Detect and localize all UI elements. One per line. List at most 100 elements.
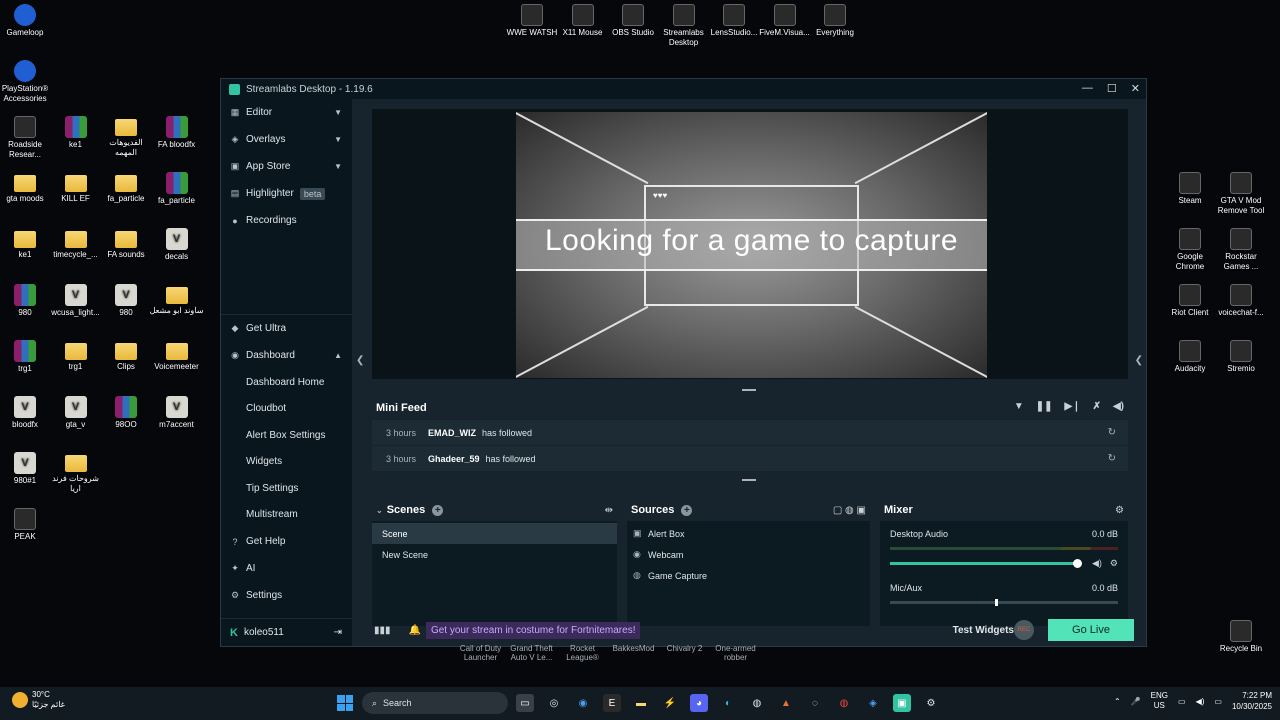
sidebar-subitem-tip-settings[interactable]: Tip Settings [221, 475, 352, 502]
settings-icon[interactable]: ⚙ [922, 694, 940, 712]
gear-icon[interactable]: ⚙ [1110, 558, 1118, 569]
sidebar-item-get-help[interactable]: ? Get Help [221, 528, 352, 555]
desktop-icon[interactable]: Rockstar Games ... [1213, 228, 1269, 272]
sidebar-item-get-ultra[interactable]: ◆ Get Ultra [221, 315, 352, 342]
sidebar-subitem-cloudbot[interactable]: Cloudbot [221, 396, 352, 423]
desktop-icon[interactable]: trg1 [48, 340, 104, 372]
desktop-icon[interactable]: 980 [0, 284, 53, 318]
chrome-icon[interactable]: ◍ [835, 694, 853, 712]
source-item[interactable]: ◍ Game Capture [627, 565, 870, 586]
chevron-down-icon[interactable]: ⌄ [376, 506, 383, 515]
desktop-icon[interactable]: Steam [1162, 172, 1218, 206]
desktop-icon[interactable]: Audacity [1162, 340, 1218, 374]
add-source-button[interactable]: + [681, 504, 693, 516]
desktop-icon[interactable]: FiveM.Visua... [757, 4, 813, 38]
obs-studio-icon[interactable]: ◌ [806, 694, 824, 712]
app-icon[interactable]: ◈ [864, 694, 882, 712]
desktop-icon[interactable]: Vgta_v [48, 396, 104, 430]
chevron-left-icon[interactable]: ❮ [356, 355, 364, 366]
stats-icon[interactable]: ▮▮▮ [374, 625, 391, 636]
notification-icon[interactable]: 🔔 [409, 625, 421, 636]
mic-meter[interactable] [890, 599, 1118, 606]
volume-slider[interactable] [890, 559, 1082, 568]
desktop-icon[interactable]: Google Chrome [1162, 228, 1218, 272]
weather-widget[interactable]: 30°C غائم جزئيًا [12, 690, 65, 710]
sidebar-item-highlighter[interactable]: ▤ Highlighter beta [221, 180, 352, 207]
sidebar-subitem-widgets[interactable]: Widgets [221, 449, 352, 476]
source-item[interactable]: ▣ Alert Box [627, 523, 870, 544]
epic-games-icon[interactable]: E [603, 694, 621, 712]
desktop-icon[interactable]: voicechat-f... [1213, 284, 1269, 318]
desktop-icon[interactable]: الفديوهات المهمه [98, 116, 154, 158]
close-button[interactable]: ✕ [1131, 82, 1140, 95]
desktop-icon[interactable]: PEAK [0, 508, 53, 542]
x11-mouse-icon[interactable]: ⚡ [661, 694, 679, 712]
desktop-icon[interactable]: Vwcusa_light... [48, 284, 104, 318]
volume-icon[interactable]: ◀) [1113, 401, 1124, 412]
user-account[interactable]: K koleo511 ⇥ [221, 618, 352, 646]
start-button[interactable] [337, 695, 353, 711]
sidebar-item-settings[interactable]: ⚙ Settings [221, 582, 352, 609]
desktop-icon[interactable]: trg1 [0, 340, 53, 374]
resize-handle[interactable] [742, 389, 756, 391]
desktop-icon[interactable]: Everything [807, 4, 863, 38]
filter-icon[interactable]: ▼ [1014, 401, 1024, 412]
desktop-icon[interactable]: fa_particle [149, 172, 205, 206]
sidebar-item-recordings[interactable]: ● Recordings [221, 207, 352, 234]
app-icon[interactable]: ◉ [574, 694, 592, 712]
desktop-icon[interactable]: Stremio [1213, 340, 1269, 374]
battery-icon[interactable]: ▭ [1214, 697, 1222, 706]
streamlabs-icon[interactable]: ▣ [893, 694, 911, 712]
replay-icon[interactable]: ↻ [1108, 453, 1116, 464]
microphone-icon[interactable]: 🎤 [1131, 697, 1141, 706]
sidebar-subitem-multistream[interactable]: Multistream [221, 502, 352, 529]
language-indicator[interactable]: ENG US [1151, 691, 1168, 711]
network-icon[interactable]: ▭ [1178, 697, 1186, 706]
sidebar-item-dashboard[interactable]: ◉ Dashboard ▲ [221, 342, 352, 369]
desktop-icon[interactable]: X11 Mouse [555, 4, 611, 38]
desktop-icon[interactable]: ساوند ابو مشعل [149, 284, 205, 316]
mute-alerts-icon[interactable]: ✗ [1093, 401, 1101, 412]
desktop-icon[interactable]: GTA V Mod Remove Tool [1213, 172, 1269, 216]
maximize-button[interactable]: ☐ [1107, 82, 1117, 95]
steam-icon[interactable]: ◎ [545, 694, 563, 712]
desktop-icon[interactable]: Gameloop [0, 4, 53, 38]
resize-handle[interactable] [742, 479, 756, 481]
desktop-icon[interactable]: Clips [98, 340, 154, 372]
desktop-icon[interactable]: ke1 [48, 116, 104, 150]
desktop-icon-label[interactable]: Chivalry 2 [659, 644, 710, 662]
promo-banner[interactable]: Get your stream in costume for Fortnitem… [425, 621, 641, 639]
desktop-icon[interactable]: WWE WATSH [504, 4, 560, 38]
add-scene-button[interactable]: + [432, 504, 444, 516]
desktop-icon[interactable]: ke1 [0, 228, 53, 260]
desktop-icon[interactable]: PlayStation® Accessories [0, 60, 53, 104]
desktop-icon[interactable]: شروحات فرند اريا [48, 452, 104, 494]
sidebar-subitem-dashboard-home[interactable]: Dashboard Home [221, 369, 352, 396]
task-view-icon[interactable]: ▭ [516, 694, 534, 712]
desktop-icon[interactable]: FA sounds [98, 228, 154, 260]
speaker-icon[interactable]: ◀) [1092, 558, 1102, 569]
obs-icon[interactable]: ◍ [748, 694, 766, 712]
minimize-button[interactable]: — [1082, 82, 1093, 95]
volume-icon[interactable]: ◀) [1196, 697, 1205, 706]
sidebar-item-editor[interactable]: ▦ Editor ▼ [221, 99, 352, 126]
desktop-icon[interactable]: LensStudio... [706, 4, 762, 38]
desktop-icon[interactable]: Voicemeeter [149, 340, 205, 372]
scene-item[interactable]: Scene [372, 523, 617, 544]
test-widgets-button[interactable]: Test Widgets [953, 625, 1014, 636]
source-tools-icon[interactable]: ▢ ◍ ▣ [833, 505, 866, 516]
desktop-icon[interactable]: KILL EF [48, 172, 104, 204]
desktop-icon[interactable]: V 980#1 [0, 452, 53, 486]
pause-icon[interactable]: ❚❚ [1036, 401, 1053, 412]
desktop-icon[interactable]: OBS Studio [605, 4, 661, 38]
stream-preview[interactable]: ♥♥♥ Looking for a game to capture [516, 112, 987, 378]
sidebar-item-ai[interactable]: ✦ AI [221, 555, 352, 582]
record-button[interactable]: REC [1014, 620, 1034, 640]
desktop-icon-label[interactable]: Rocket League® [557, 644, 608, 662]
desktop-icon[interactable]: Riot Client [1162, 284, 1218, 318]
discord-icon[interactable]: ◕ [690, 694, 708, 712]
title-bar[interactable]: Streamlabs Desktop - 1.19.6 — ☐ ✕ [221, 79, 1146, 99]
edge-icon[interactable]: ◐ [719, 694, 737, 712]
sidebar-item-app-store[interactable]: ▣ App Store ▼ [221, 153, 352, 180]
clock[interactable]: 7:22 PM 10/30/2025 [1232, 690, 1272, 712]
